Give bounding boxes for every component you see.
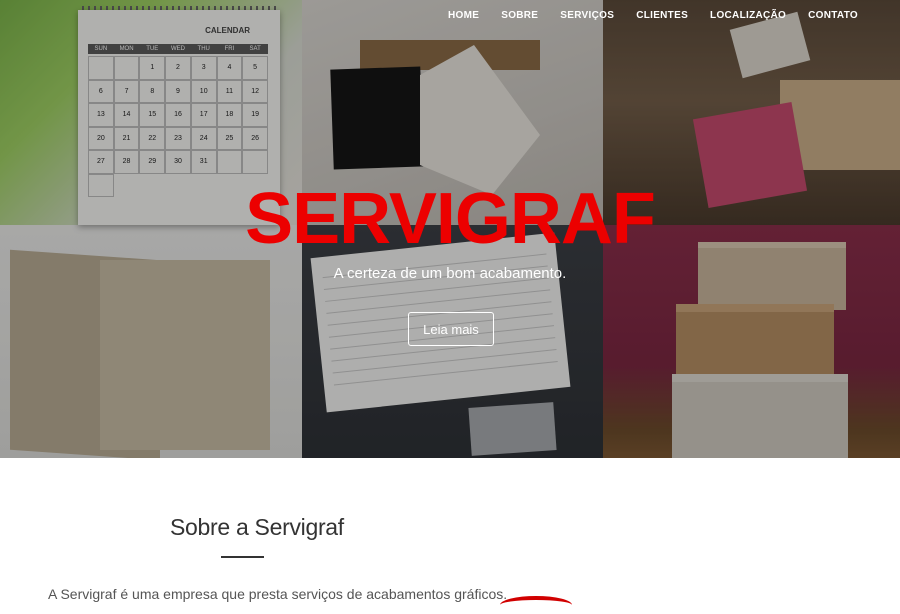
nav-contato[interactable]: CONTATO: [808, 10, 858, 21]
nav-home[interactable]: HOME: [448, 10, 479, 21]
nav-sobre[interactable]: SOBRE: [501, 10, 538, 21]
nav-localizacao[interactable]: LOCALIZAÇÃO: [710, 10, 786, 21]
nav-clientes[interactable]: CLIENTES: [636, 10, 688, 21]
nav-servicos[interactable]: SERVIÇOS: [560, 10, 614, 21]
main-nav: HOME SOBRE SERVIÇOS CLIENTES LOCALIZAÇÃO…: [426, 10, 858, 21]
hero-banner: CALENDAR SUN MON TUE WED THU FRI SAT 123456789…: [0, 0, 900, 458]
read-more-button[interactable]: Leia mais: [408, 312, 494, 346]
red-arc-graphic: [500, 596, 572, 614]
hero-subtitle: A certeza de um bom acabamento.: [333, 265, 567, 282]
title-divider: [221, 556, 264, 558]
hero-title: SERVIGRAF: [245, 179, 656, 259]
about-title: Sobre a Servigraf: [170, 514, 344, 540]
